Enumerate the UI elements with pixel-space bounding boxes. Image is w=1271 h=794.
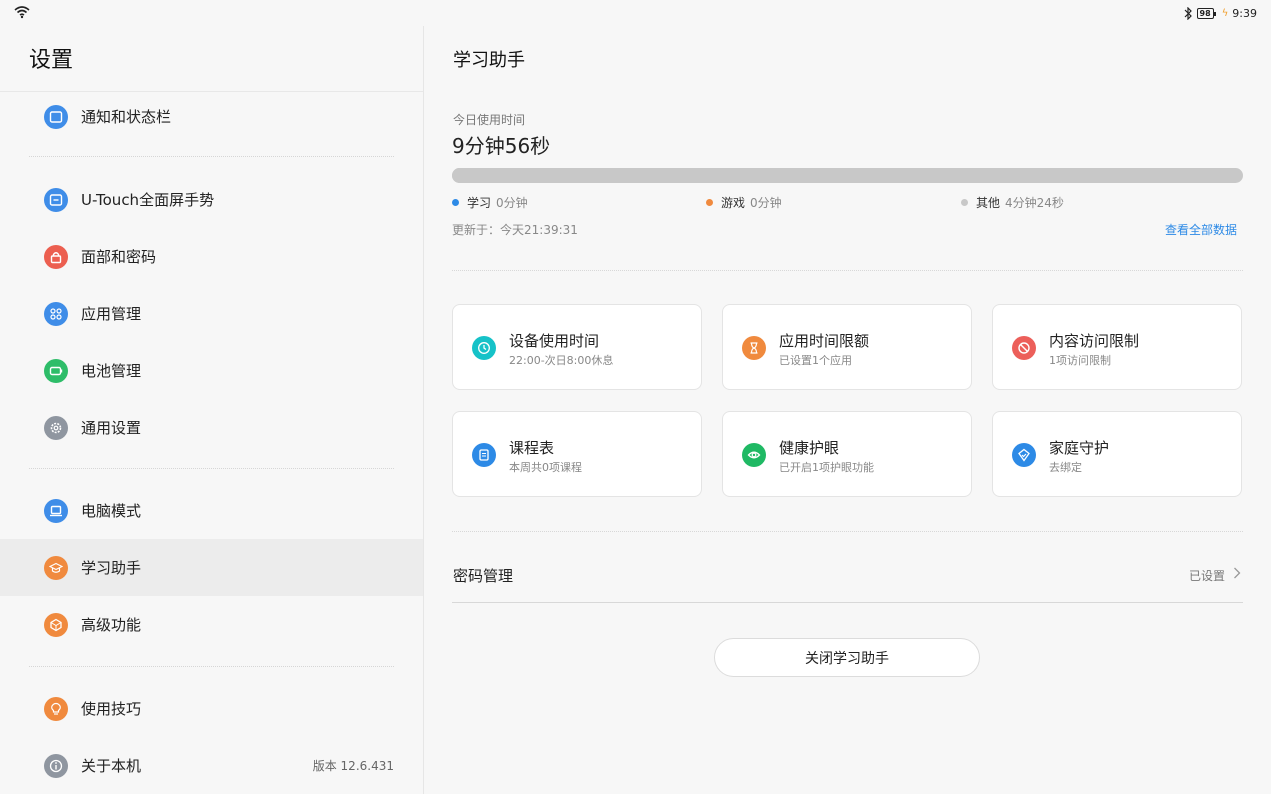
lock-icon [44,244,68,269]
legend-study: 学习 0分钟 [452,194,528,211]
sidebar-item-label: 电池管理 [81,362,142,380]
card-title: 设备使用时间 [509,332,600,350]
card-title: 应用时间限额 [779,332,870,350]
card-subtitle: 已设置1个应用 [779,354,852,367]
sidebar-item-general[interactable]: 通用设置 [0,399,423,456]
sidebar-item-notifications[interactable]: 通知和状态栏 [0,88,423,145]
updated-time: 更新于：今天21:39:31 [452,223,578,237]
sidebar-item-label: 通知和状态栏 [81,108,172,126]
usage-value: 9分钟56秒 [452,134,551,158]
card-family-guard[interactable]: 家庭守护 去绑定 [992,411,1242,497]
usage-bar [452,168,1243,183]
sidebar-item-label: 关于本机 [81,757,142,775]
card-subtitle: 22:00-次日8:00休息 [509,354,614,367]
status-bar: 98 ϟ 9:39 [0,0,1271,26]
sidebar-title: 设置 [29,48,74,73]
sidebar-item-label: 电脑模式 [81,502,142,520]
password-label: 密码管理 [453,567,514,585]
sidebar-item-tips[interactable]: 使用技巧 [0,680,423,737]
card-content-restriction[interactable]: 内容访问限制 1项访问限制 [992,304,1242,390]
card-subtitle: 1项访问限制 [1049,354,1111,367]
sidebar-item-battery[interactable]: 电池管理 [0,342,423,399]
sidebar-item-face-password[interactable]: 面部和密码 [0,228,423,285]
sidebar-item-label: 学习助手 [81,559,142,577]
hexagon-icon [44,612,68,637]
card-title: 内容访问限制 [1049,332,1140,350]
eye-icon [742,443,766,467]
shield-icon [1012,443,1036,467]
sidebar-item-label: U-Touch全面屏手势 [81,191,215,209]
sidebar-item-gestures[interactable]: U-Touch全面屏手势 [0,171,423,228]
legend-name: 游戏 [721,196,746,210]
laptop-icon [44,498,68,523]
apps-grid-icon [44,301,68,326]
clock-icon [472,336,496,360]
charging-icon: ϟ [1221,7,1229,19]
sidebar-item-label: 高级功能 [81,616,142,634]
gear-icon [44,415,68,440]
card-title: 家庭守护 [1049,439,1110,457]
graduation-cap-icon [44,555,68,580]
sidebar-item-about[interactable]: 关于本机 版本 12.6.431 [0,737,423,794]
version-value: 版本 12.6.431 [312,759,394,773]
legend-other: 其他 4分钟24秒 [961,194,1064,211]
study-assistant-panel: 学习助手 今日使用时间 9分钟56秒 学习 0分钟 游戏 0分钟 其他 4分钟2… [424,26,1271,794]
card-schedule[interactable]: 课程表 本周共0项课程 [452,411,702,497]
settings-sidebar: 设置 通知和状态栏 U-Touch全面屏手势 面部和密码 应用管理 电池管理 通… [0,26,424,794]
battery-indicator: 98 [1196,7,1216,19]
legend-name: 学习 [467,196,492,210]
status-right: 98 ϟ 9:39 [1183,5,1257,21]
clock-time: 9:39 [1232,6,1257,20]
card-device-time[interactable]: 设备使用时间 22:00-次日8:00休息 [452,304,702,390]
divider [452,270,1243,271]
card-subtitle: 已开启1项护眼功能 [779,461,874,474]
legend-value: 0分钟 [496,196,528,210]
chevron-right-icon [1234,567,1241,579]
sidebar-item-pc-mode[interactable]: 电脑模式 [0,482,423,539]
notification-icon [44,104,68,129]
sidebar-item-label: 使用技巧 [81,700,142,718]
gesture-icon [44,187,68,212]
card-app-time-limit[interactable]: 应用时间限额 已设置1个应用 [722,304,972,390]
divider [452,531,1243,532]
legend-dot [452,199,459,206]
block-icon [1012,336,1036,360]
password-status: 已设置 [1188,569,1225,583]
divider [29,468,394,469]
legend-value: 0分钟 [750,196,782,210]
legend-dot [961,199,968,206]
battery-icon [44,358,68,383]
card-title: 健康护眼 [779,439,840,457]
divider [29,156,394,157]
sidebar-item-apps[interactable]: 应用管理 [0,285,423,342]
usage-label: 今日使用时间 [453,113,526,127]
info-icon [44,753,68,778]
divider [29,666,394,667]
hourglass-icon [742,336,766,360]
legend-name: 其他 [976,196,1001,210]
lightbulb-icon [44,696,68,721]
sidebar-item-label: 通用设置 [81,419,142,437]
legend-value: 4分钟24秒 [1005,196,1064,210]
usage-bar-other [452,168,801,183]
legend-game: 游戏 0分钟 [706,194,782,211]
sidebar-item-label: 应用管理 [81,305,142,323]
password-management-row[interactable]: 密码管理 已设置 [452,553,1243,603]
legend-dot [706,199,713,206]
bluetooth-icon [1184,6,1192,20]
card-eye-care[interactable]: 健康护眼 已开启1项护眼功能 [722,411,972,497]
sidebar-item-study-assistant[interactable]: 学习助手 [0,539,423,596]
card-subtitle: 本周共0项课程 [509,461,582,474]
sidebar-item-label: 面部和密码 [81,248,157,266]
card-title: 课程表 [509,439,555,457]
card-subtitle: 去绑定 [1049,461,1082,474]
close-study-assistant-button[interactable]: 关闭学习助手 [714,638,980,677]
schedule-icon [472,443,496,467]
sidebar-item-advanced[interactable]: 高级功能 [0,596,423,653]
wifi-icon [14,6,30,19]
page-title: 学习助手 [453,50,525,71]
view-all-data-link[interactable]: 查看全部数据 [1165,221,1237,238]
